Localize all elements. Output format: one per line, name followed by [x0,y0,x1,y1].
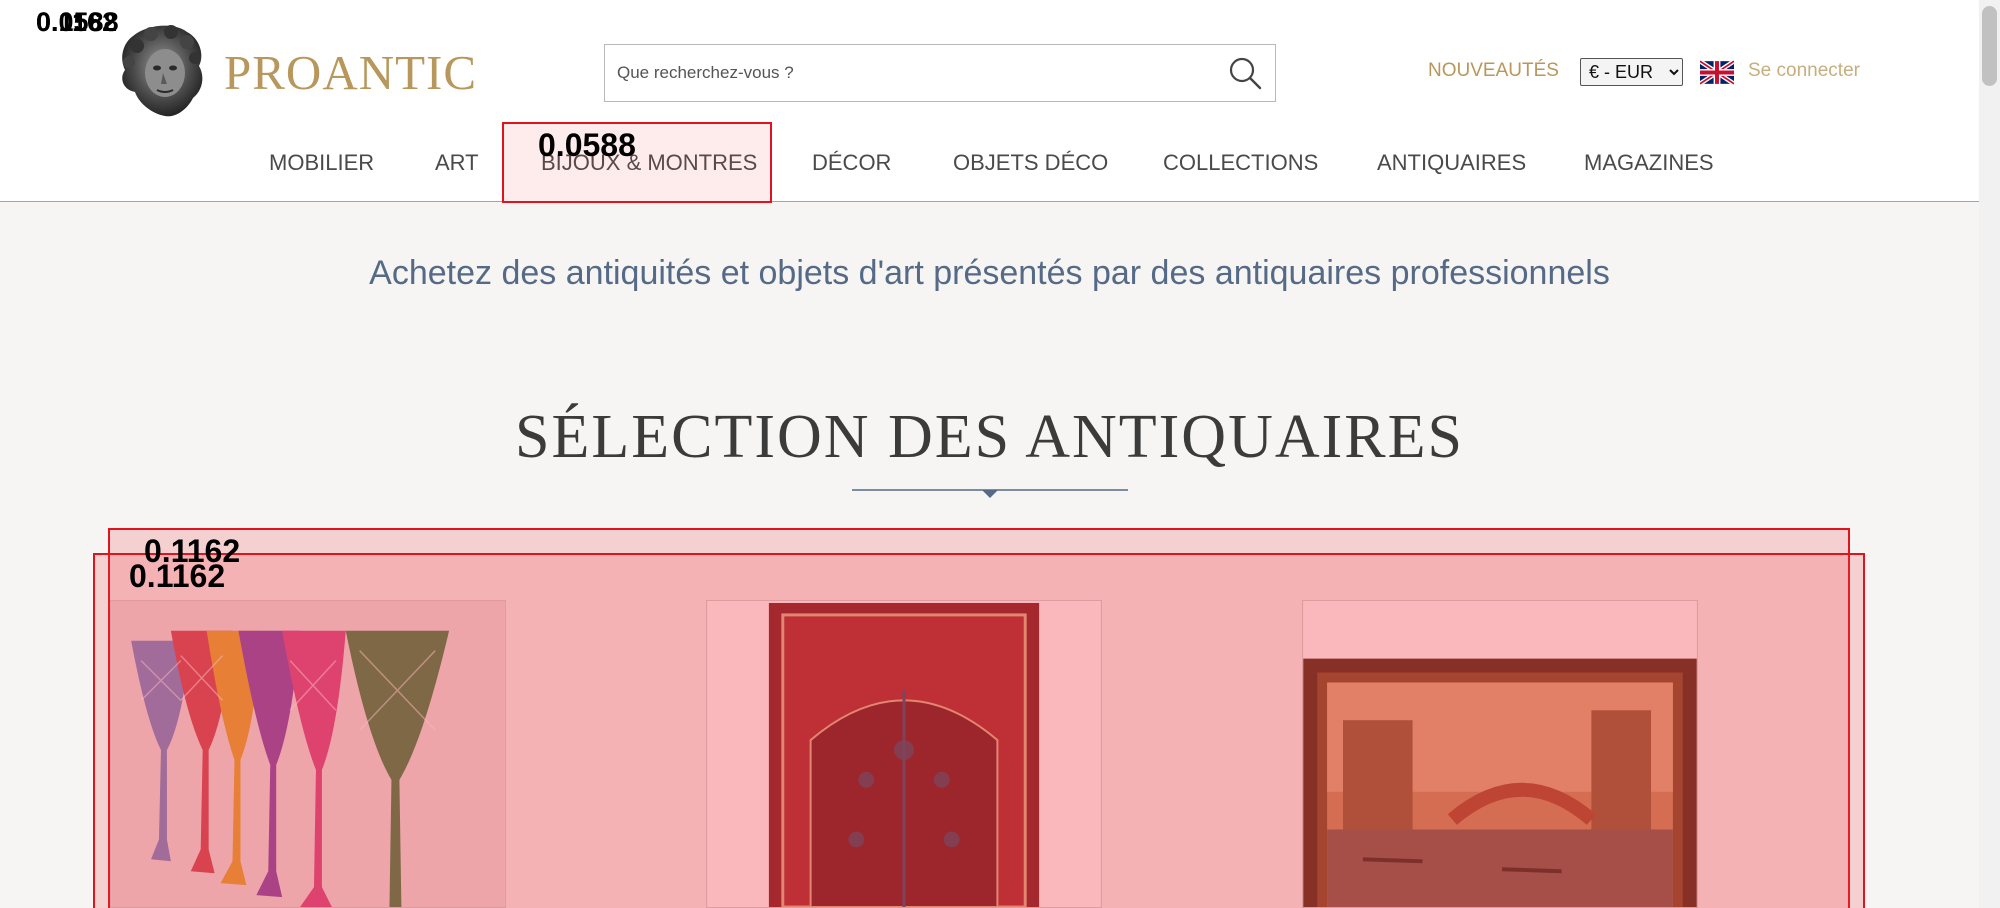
uk-flag-icon[interactable] [1700,60,1734,85]
nav-item-bijoux-montres[interactable]: BIJOUX & MONTRES [541,150,757,176]
product-card-glasses[interactable] [110,600,506,908]
nav-item-decor[interactable]: DÉCOR [812,150,891,176]
page-scrollbar[interactable] [1979,0,2000,908]
nouveautes-link[interactable]: NOUVEAUTÉS [1428,60,1559,82]
nav-item-magazines[interactable]: MAGAZINES [1584,150,1714,176]
overlay-label-section-1: 0.1162 [144,533,241,569]
currency-select[interactable]: € - EUR [1580,58,1683,86]
overlay-label-section-2: 0.1162 [129,558,226,594]
bust-logo-icon[interactable] [113,18,208,122]
product-image-persian-rug [707,601,1101,907]
search-bar [604,44,1276,102]
nav-item-objets-deco[interactable]: OBJETS DÉCO [953,150,1108,176]
nav-item-collections[interactable]: COLLECTIONS [1163,150,1318,176]
intro-tagline: Achetez des antiquités et objets d'art p… [369,254,1610,292]
login-link[interactable]: Se connecter [1748,60,1860,82]
product-card-painting[interactable] [1302,600,1698,908]
site-header: PROANTIC NOUVEAUTÉS € - EUR Se connecter… [0,0,1979,202]
scrollbar-thumb[interactable] [1982,6,1997,86]
brand-logo-text[interactable]: PROANTIC [224,44,477,101]
product-image-colored-glasses [111,601,505,907]
product-card-rug[interactable] [706,600,1102,908]
heading-divider [852,489,1128,498]
search-input[interactable] [617,45,1197,101]
selection-heading: SÉLECTION DES ANTIQUAIRES [515,403,1464,471]
nav-item-antiquaires[interactable]: ANTIQUAIRES [1377,150,1526,176]
product-image-venice-painting [1303,601,1697,907]
search-icon[interactable] [1225,54,1265,92]
nav-item-mobilier[interactable]: MOBILIER [269,150,374,176]
nav-item-art[interactable]: ART [435,150,479,176]
